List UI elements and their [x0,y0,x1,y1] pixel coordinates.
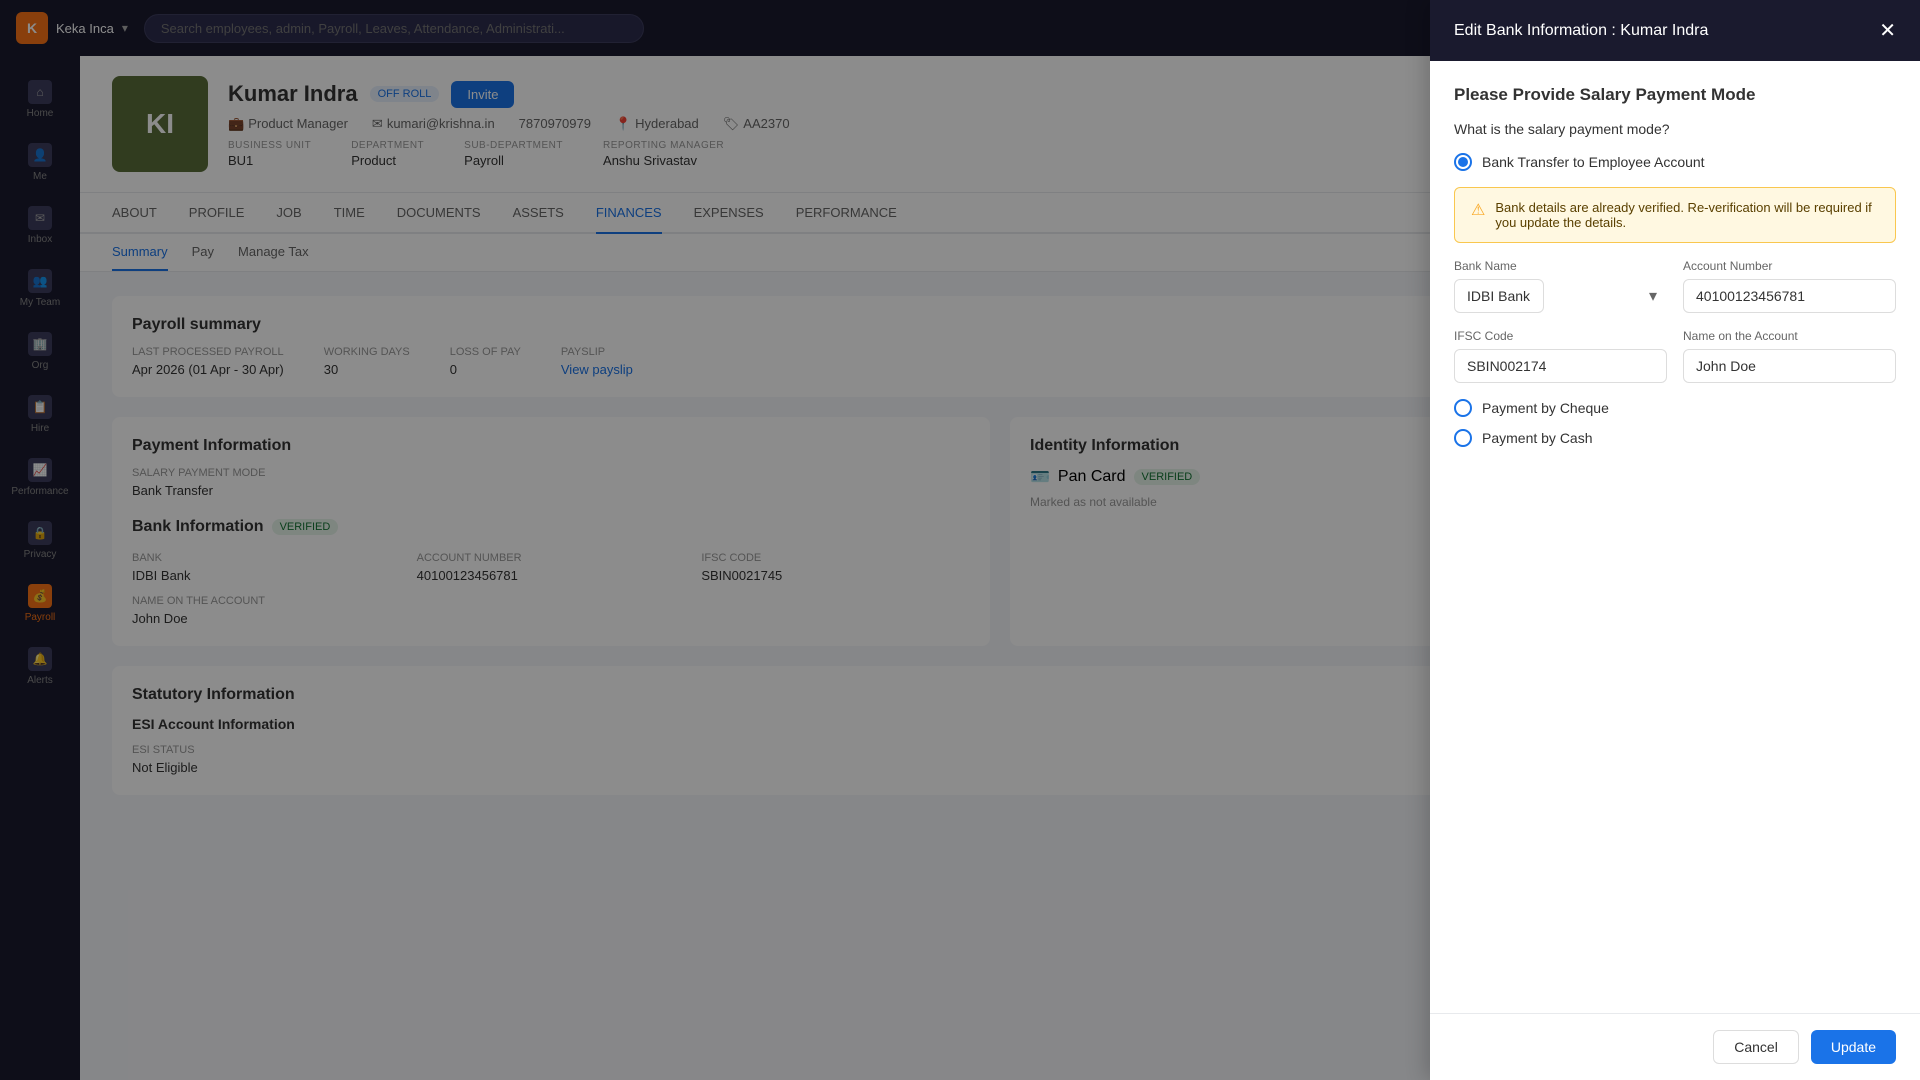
bank-transfer-radio[interactable] [1454,153,1472,171]
bank-warning-box: ⚠ Bank details are already verified. Re-… [1454,187,1896,243]
bank-name-select-wrapper: IDBI Bank [1454,279,1667,313]
ifsc-code-group: IFSC Code [1454,329,1667,383]
bank-transfer-label: Bank Transfer to Employee Account [1482,154,1705,170]
cash-radio[interactable] [1454,429,1472,447]
dialog-question: What is the salary payment mode? [1454,121,1896,137]
dialog-section-title: Please Provide Salary Payment Mode [1454,85,1896,105]
edit-bank-dialog: Edit Bank Information : Kumar Indra ✕ Pl… [1430,0,1920,1080]
account-number-field-label: Account Number [1683,259,1896,273]
cheque-radio[interactable] [1454,399,1472,417]
bank-transfer-option[interactable]: Bank Transfer to Employee Account [1454,153,1896,171]
cancel-button[interactable]: Cancel [1713,1030,1799,1064]
dialog-header: Edit Bank Information : Kumar Indra ✕ [1430,0,1920,61]
name-on-account-input[interactable] [1683,349,1896,383]
dialog-footer: Cancel Update [1430,1013,1920,1080]
bank-name-field-label: Bank Name [1454,259,1667,273]
ifsc-code-input[interactable] [1454,349,1667,383]
cheque-label: Payment by Cheque [1482,400,1609,416]
bank-name-account-row: Bank Name IDBI Bank Account Number [1454,259,1896,313]
ifsc-field-label: IFSC Code [1454,329,1667,343]
ifsc-name-row: IFSC Code Name on the Account [1454,329,1896,383]
warning-text: Bank details are already verified. Re-ve… [1495,200,1879,230]
dialog-body: Please Provide Salary Payment Mode What … [1430,61,1920,1013]
dialog-title: Edit Bank Information : Kumar Indra [1454,22,1708,40]
name-on-account-group: Name on the Account [1683,329,1896,383]
cash-label: Payment by Cash [1482,430,1593,446]
account-number-group: Account Number [1683,259,1896,313]
cash-option[interactable]: Payment by Cash [1454,429,1896,447]
bank-name-select[interactable]: IDBI Bank [1454,279,1544,313]
name-on-account-field-label: Name on the Account [1683,329,1896,343]
dialog-close-button[interactable]: ✕ [1879,18,1896,43]
cheque-option[interactable]: Payment by Cheque [1454,399,1896,417]
account-number-input[interactable] [1683,279,1896,313]
bank-name-group: Bank Name IDBI Bank [1454,259,1667,313]
warning-icon: ⚠ [1471,200,1485,220]
update-button[interactable]: Update [1811,1030,1896,1064]
